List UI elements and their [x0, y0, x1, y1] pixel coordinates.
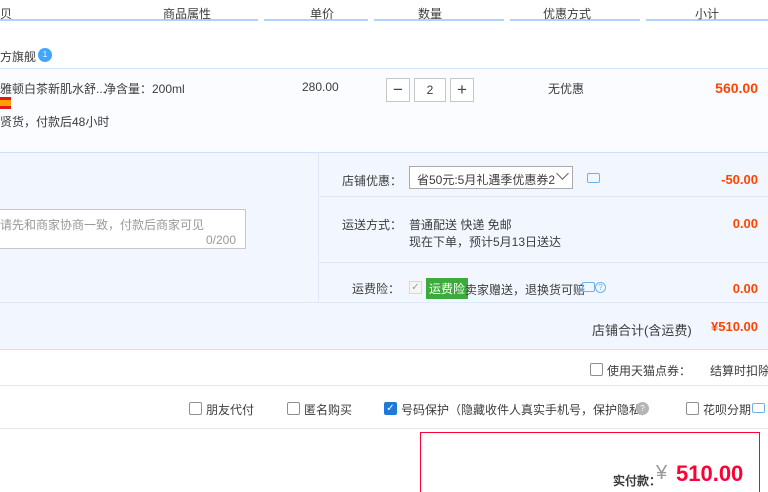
final-currency: ¥	[656, 462, 668, 484]
anonymous-checkbox[interactable]	[287, 402, 300, 415]
header-item: 贝	[0, 7, 13, 21]
qty-input[interactable]: 2	[414, 78, 446, 102]
divider	[0, 428, 768, 429]
divider	[318, 196, 768, 197]
coupon-label: 店铺优惠：	[342, 174, 403, 188]
huabei-checkbox[interactable]	[686, 402, 699, 415]
header-qty: 数量	[418, 7, 443, 21]
friend-pay-label: 朋友代付	[206, 403, 255, 417]
shipping-amount: 0.00	[732, 216, 758, 231]
insurance-tag: 运费险	[426, 278, 469, 299]
message-placeholder: 请先和商家协商一致，付款后商家可见	[0, 218, 205, 232]
chat-icon[interactable]	[582, 282, 595, 292]
tmall-points-note: 结算时扣除	[710, 364, 768, 378]
chevron-down-icon	[556, 167, 569, 180]
divider	[0, 302, 768, 303]
anonymous-label: 匿名购买	[304, 403, 353, 417]
coupon-select[interactable]: 省50元:5月礼遇季优惠券2	[409, 166, 573, 189]
item-attr: 净含量：200ml	[104, 82, 185, 96]
final-label: 实付款：	[613, 474, 662, 488]
item-tag-icon	[0, 97, 11, 109]
item-price: 280.00	[302, 80, 339, 94]
qty-plus-button[interactable]: +	[450, 78, 474, 102]
item-subtotal: 560.00	[715, 80, 758, 96]
store-badge-icon: 1	[38, 48, 52, 62]
number-protect-checkbox[interactable]: ✓	[384, 402, 397, 415]
table-header: 贝 商品属性 单价 数量 优惠方式 小计	[0, 0, 768, 22]
store-total-value: ¥510.00	[711, 319, 758, 334]
coupon-amount: -50.00	[721, 172, 758, 187]
quantity-stepper: − 2 +	[386, 78, 474, 102]
shipping-label: 运送方式：	[342, 218, 403, 232]
huabei-label: 花呗分期	[703, 403, 752, 417]
insurance-amount: 0.00	[732, 281, 758, 296]
item-delivery-note: 贤货，付款后48小时	[0, 115, 110, 129]
friend-pay-checkbox[interactable]	[189, 402, 202, 415]
item-promo: 无优惠	[548, 82, 585, 96]
final-amount: 510.00	[676, 461, 744, 486]
header-underline	[0, 19, 258, 21]
tmall-points-checkbox[interactable]	[590, 363, 603, 376]
insurance-text: 卖家赠送，退换货可赔	[465, 283, 586, 297]
chat-icon[interactable]	[752, 403, 765, 413]
divider	[0, 385, 768, 386]
coupon-selected-value: 省50元:5月礼遇季优惠券2	[417, 173, 556, 187]
help-icon[interactable]: ?	[595, 282, 606, 293]
number-protect-label: 号码保护（隐藏收件人真实手机号，保护隐私）	[401, 403, 654, 417]
store-total-label: 店铺合计(含运费)	[592, 323, 692, 338]
shipping-eta: 现在下单，预计5月13日送达	[409, 235, 562, 249]
insurance-checkbox: ✓	[409, 281, 422, 294]
header-promo: 优惠方式	[543, 7, 592, 21]
header-attr: 商品属性	[163, 7, 212, 21]
divider	[318, 152, 319, 302]
tmall-points-label: 使用天猫点券：	[607, 364, 692, 378]
qty-minus-button[interactable]: −	[386, 78, 410, 102]
header-price: 单价	[310, 7, 335, 21]
divider	[318, 262, 768, 263]
shipping-method: 普通配送 快递 免邮	[409, 218, 512, 232]
message-char-count: 0/200	[206, 233, 237, 247]
item-name-link[interactable]: 雅顿白茶新肌水舒...	[0, 80, 106, 97]
help-icon[interactable]: ?	[636, 402, 649, 415]
insurance-label: 运费险：	[352, 282, 401, 296]
header-subtotal: 小计	[695, 7, 720, 21]
store-name[interactable]: 方旗舰	[0, 48, 36, 65]
chat-icon[interactable]	[587, 173, 600, 183]
